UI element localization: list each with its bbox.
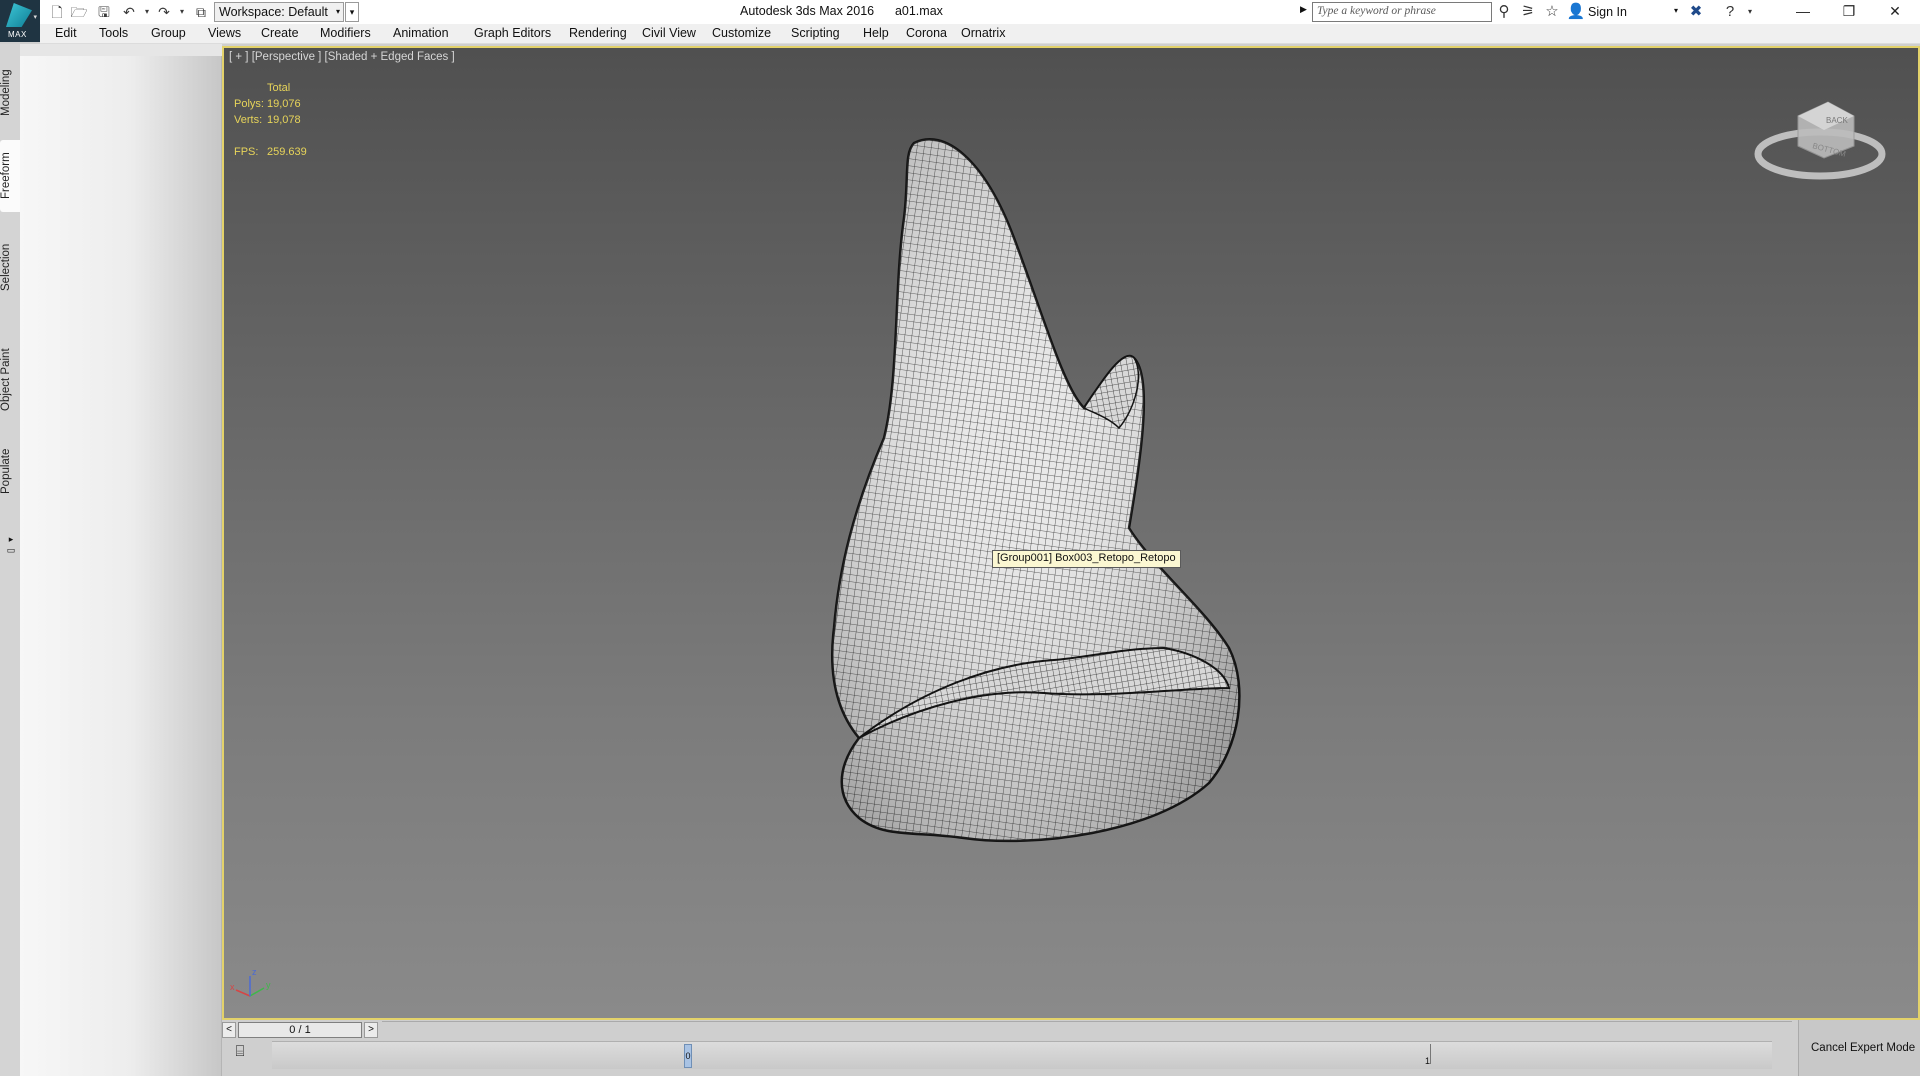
3dsmax-logo-icon [6, 3, 32, 27]
viewport-label-menu[interactable]: [ + ] [Perspective ] [Shaded + Edged Fac… [229, 51, 455, 63]
tab-freeform[interactable]: Freeform [0, 140, 20, 212]
menu-corona[interactable]: Corona [906, 26, 947, 40]
time-slider-track[interactable] [382, 1021, 1792, 1039]
axis-z-label: z [252, 967, 257, 977]
window-title: Autodesk 3ds Max 2016 a01.max [740, 4, 943, 18]
menu-views[interactable]: Views [208, 26, 241, 40]
verts-value: 19,078 [267, 114, 301, 126]
chevron-down-icon: ▾ [335, 7, 340, 16]
fps-label: FPS: [234, 146, 259, 158]
menu-tools[interactable]: Tools [99, 26, 128, 40]
bottom-strip [0, 1076, 1920, 1080]
quick-access-customize-icon[interactable]: ▾ [345, 2, 359, 22]
ribbon-tab-strip: Modeling Freeform Selection Object Paint… [0, 44, 20, 1080]
fps-value: 259.639 [267, 146, 307, 158]
project-folder-icon[interactable]: ⧉ [191, 2, 211, 22]
menu-civil-view[interactable]: Civil View [642, 26, 696, 40]
ribbon-panel [20, 56, 222, 1076]
current-frame-marker[interactable]: 0 [684, 1044, 692, 1068]
menu-help[interactable]: Help [863, 26, 889, 40]
exchange-apps-icon[interactable]: ✖ [1686, 2, 1706, 22]
help-icon[interactable]: ? [1720, 2, 1740, 22]
curve-editor-icon[interactable]: ⌸ [230, 1042, 250, 1062]
viewcube-icon[interactable]: BACK BOTTOM [1750, 96, 1890, 196]
trackbar-tick-label: 1 [1425, 1056, 1431, 1066]
undo-icon[interactable]: ↶ [119, 2, 139, 22]
tab-modeling[interactable]: Modeling [0, 62, 20, 124]
search-input[interactable]: Type a keyword or phrase [1312, 2, 1492, 22]
redo-dropdown-icon[interactable]: ▾ [177, 2, 187, 22]
chevron-down-icon[interactable]: ▾ [1674, 6, 1678, 15]
open-file-icon[interactable]: 🗁 [69, 2, 89, 22]
menu-edit[interactable]: Edit [55, 26, 77, 40]
search-expand-icon[interactable]: ▶ [1300, 4, 1307, 15]
application-menu-button[interactable]: MAX ▾ [0, 0, 40, 42]
axis-x-label: x [230, 982, 235, 992]
new-file-icon[interactable]: 🗋 [47, 2, 67, 22]
title-bar: MAX ▾ 🗋 🗁 🖫 ↶ ▾ ↷ ▾ ⧉ Workspace: Default… [0, 0, 1920, 42]
menu-graph-editors[interactable]: Graph Editors [474, 26, 551, 40]
menu-group[interactable]: Group [151, 26, 186, 40]
app-logo-text: MAX [8, 30, 27, 39]
time-next-button[interactable]: > [364, 1022, 378, 1038]
object-name-tooltip: [Group001] Box003_Retopo_Retopo [992, 550, 1181, 568]
restore-button[interactable]: ❐ [1826, 0, 1872, 24]
redo-icon[interactable]: ↷ [154, 2, 174, 22]
mesh-object[interactable] [224, 48, 1918, 1018]
communication-center-icon[interactable]: ⚞ [1518, 2, 1538, 22]
trackbar-row: ⌸ 0 1 [222, 1040, 1798, 1076]
menu-modifiers[interactable]: Modifiers [320, 26, 371, 40]
chevron-down-icon: ▾ [33, 14, 37, 21]
user-icon: 👤 [1566, 3, 1586, 20]
menu-customize[interactable]: Customize [712, 26, 771, 40]
save-icon[interactable]: 🖫 [94, 2, 114, 22]
trackbar-tick [1430, 1044, 1431, 1064]
close-button[interactable]: ✕ [1872, 0, 1918, 24]
menu-create[interactable]: Create [261, 26, 299, 40]
binoculars-search-icon[interactable]: ⚲ [1494, 2, 1514, 22]
ribbon-minimize-icon[interactable]: ▸ ▭ [6, 534, 16, 570]
polys-label: Polys: [234, 98, 264, 110]
menu-bar: Edit Tools Group Views Create Modifiers … [40, 24, 1920, 44]
tab-populate[interactable]: Populate [0, 440, 20, 502]
cancel-expert-mode-button[interactable]: Cancel Expert Mode [1811, 1042, 1915, 1054]
favorites-star-icon[interactable]: ☆ [1542, 2, 1562, 22]
menu-rendering[interactable]: Rendering [569, 26, 627, 40]
menu-animation[interactable]: Animation [393, 26, 449, 40]
ribbon-panel-header [20, 44, 222, 56]
time-prev-button[interactable]: < [222, 1022, 236, 1038]
help-dropdown-icon[interactable]: ▾ [1740, 2, 1760, 22]
minimize-button[interactable]: — [1780, 0, 1826, 24]
workspace-label: Workspace: Default [219, 5, 328, 19]
axis-y-label: y [266, 980, 271, 990]
undo-dropdown-icon[interactable]: ▾ [142, 2, 152, 22]
menu-scripting[interactable]: Scripting [791, 26, 840, 40]
time-slider: < 0 / 1 > [222, 1020, 1798, 1040]
trackbar[interactable]: 0 1 [272, 1041, 1772, 1069]
viewcube-face-back[interactable]: BACK [1826, 116, 1848, 125]
sign-in-link[interactable]: Sign In [1588, 5, 1627, 19]
polys-value: 19,076 [267, 98, 301, 110]
axis-tripod-icon: x y z [230, 967, 271, 997]
menu-ornatrix[interactable]: Ornatrix [961, 26, 1005, 40]
stats-header: Total [267, 82, 291, 94]
expert-mode-panel: Cancel Expert Mode [1798, 1020, 1920, 1076]
workspace-dropdown[interactable]: Workspace: Default ▾ [214, 2, 344, 22]
frame-display[interactable]: 0 / 1 [238, 1022, 362, 1038]
perspective-viewport[interactable]: [ + ] [Perspective ] [Shaded + Edged Fac… [222, 46, 1920, 1020]
tab-selection[interactable]: Selection [0, 232, 20, 302]
tab-object-paint[interactable]: Object Paint [0, 340, 20, 420]
verts-label: Verts: [234, 114, 263, 126]
